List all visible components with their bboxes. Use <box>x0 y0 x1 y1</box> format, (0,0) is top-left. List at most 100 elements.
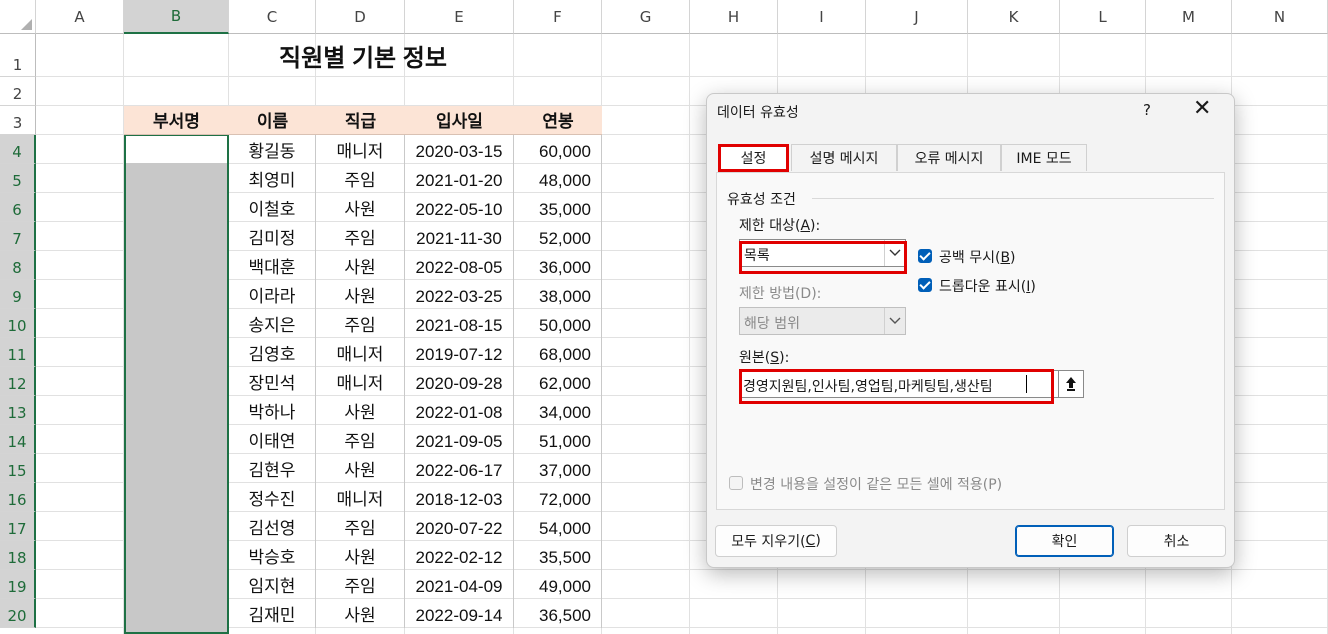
cell-name[interactable]: 이태연 <box>229 425 316 454</box>
cell-salary[interactable]: 68,000 <box>514 338 602 367</box>
cell-position[interactable]: 사원 <box>316 251 405 280</box>
header-salary[interactable]: 연봉 <box>514 106 602 135</box>
cell-salary[interactable]: 62,000 <box>514 367 602 396</box>
column-header-a[interactable]: A <box>36 0 124 34</box>
cell-position[interactable]: 매니저 <box>316 483 405 512</box>
cell-position[interactable]: 주임 <box>316 570 405 599</box>
cell-hire-date[interactable]: 2021-11-30 <box>405 222 514 251</box>
row-header-12[interactable]: 12 <box>0 367 36 396</box>
tab-settings[interactable]: 설정 <box>718 144 789 172</box>
cell-salary[interactable]: 49,000 <box>514 570 602 599</box>
cell-position[interactable]: 사원 <box>316 280 405 309</box>
row-header-16[interactable]: 16 <box>0 483 36 512</box>
cancel-button[interactable]: 취소 <box>1127 525 1226 557</box>
column-header-m[interactable]: M <box>1146 0 1232 34</box>
column-header-j[interactable]: J <box>866 0 968 34</box>
cell-hire-date[interactable]: 2021-09-05 <box>405 425 514 454</box>
cell-salary[interactable]: 37,000 <box>514 454 602 483</box>
active-cell-b4[interactable] <box>126 136 227 163</box>
cell-hire-date[interactable]: 2022-03-25 <box>405 280 514 309</box>
row-header-2[interactable]: 2 <box>0 77 36 106</box>
cell-position[interactable]: 사원 <box>316 541 405 570</box>
cell-position[interactable]: 사원 <box>316 599 405 628</box>
header-department[interactable]: 부서명 <box>124 106 229 135</box>
cell-name[interactable]: 정수진 <box>229 483 316 512</box>
cell-position[interactable]: 사원 <box>316 454 405 483</box>
row-header-3[interactable]: 3 <box>0 106 36 135</box>
cell-position[interactable]: 매니저 <box>316 338 405 367</box>
column-header-l[interactable]: L <box>1060 0 1146 34</box>
cell-salary[interactable]: 35,500 <box>514 541 602 570</box>
column-header-h[interactable]: H <box>690 0 778 34</box>
cell-name[interactable]: 황길동 <box>229 135 316 164</box>
column-header-f[interactable]: F <box>514 0 602 34</box>
row-header-13[interactable]: 13 <box>0 396 36 425</box>
cell-hire-date[interactable]: 2021-08-15 <box>405 309 514 338</box>
close-icon[interactable]: ✕ <box>1193 98 1211 120</box>
cell-salary[interactable]: 36,000 <box>514 251 602 280</box>
help-icon[interactable]: ? <box>1143 101 1151 119</box>
row-header-6[interactable]: 6 <box>0 193 36 222</box>
cell-name[interactable]: 김선영 <box>229 512 316 541</box>
cell-hire-date[interactable]: 2022-02-12 <box>405 541 514 570</box>
row-header-1[interactable]: 1 <box>0 34 36 77</box>
cell-name[interactable]: 김재민 <box>229 599 316 628</box>
cell-name[interactable]: 이철호 <box>229 193 316 222</box>
cell-name[interactable]: 이라라 <box>229 280 316 309</box>
column-header-b[interactable]: B <box>124 0 229 34</box>
column-header-d[interactable]: D <box>316 0 405 34</box>
column-header-n[interactable]: N <box>1232 0 1328 34</box>
ok-button[interactable]: 확인 <box>1015 525 1114 557</box>
tab-input-message[interactable]: 설명 메시지 <box>791 144 897 171</box>
clear-all-button[interactable]: 모두 지우기(C) <box>715 525 837 557</box>
row-header-10[interactable]: 10 <box>0 309 36 338</box>
cell-name[interactable]: 김현우 <box>229 454 316 483</box>
cell-hire-date[interactable]: 2022-05-10 <box>405 193 514 222</box>
selected-range-b4-b20[interactable] <box>124 134 229 634</box>
cell-hire-date[interactable]: 2020-09-28 <box>405 367 514 396</box>
cell-name[interactable]: 김미정 <box>229 222 316 251</box>
column-header-e[interactable]: E <box>405 0 514 34</box>
cell-name[interactable]: 임지현 <box>229 570 316 599</box>
ignore-blank-checkbox[interactable] <box>918 249 932 263</box>
cell-name[interactable]: 최영미 <box>229 164 316 193</box>
column-header-k[interactable]: K <box>968 0 1060 34</box>
row-header-15[interactable]: 15 <box>0 454 36 483</box>
cell-name[interactable]: 박하나 <box>229 396 316 425</box>
cell-position[interactable]: 주임 <box>316 512 405 541</box>
tab-error-alert[interactable]: 오류 메시지 <box>897 144 1001 171</box>
cell-position[interactable]: 주임 <box>316 164 405 193</box>
tab-ime-mode[interactable]: IME 모드 <box>1001 144 1087 171</box>
row-header-9[interactable]: 9 <box>0 280 36 309</box>
column-header-i[interactable]: I <box>778 0 866 34</box>
column-header-g[interactable]: G <box>602 0 690 34</box>
in-cell-dropdown-checkbox[interactable] <box>918 278 932 292</box>
cell-position[interactable]: 사원 <box>316 396 405 425</box>
column-header-c[interactable]: C <box>229 0 316 34</box>
header-position[interactable]: 직급 <box>316 106 405 135</box>
cell-hire-date[interactable]: 2021-01-20 <box>405 164 514 193</box>
cell-name[interactable]: 장민석 <box>229 367 316 396</box>
cell-salary[interactable]: 52,000 <box>514 222 602 251</box>
cell-salary[interactable]: 72,000 <box>514 483 602 512</box>
in-cell-dropdown-label[interactable]: 드롭다운 표시(I) <box>939 276 1036 296</box>
cell-salary[interactable]: 51,000 <box>514 425 602 454</box>
row-header-8[interactable]: 8 <box>0 251 36 280</box>
cell-salary[interactable]: 50,000 <box>514 309 602 338</box>
select-all-corner[interactable] <box>0 0 36 34</box>
cell-hire-date[interactable]: 2019-07-12 <box>405 338 514 367</box>
cell-name[interactable]: 백대훈 <box>229 251 316 280</box>
row-header-7[interactable]: 7 <box>0 222 36 251</box>
cell-position[interactable]: 주임 <box>316 222 405 251</box>
cell-hire-date[interactable]: 2022-09-14 <box>405 599 514 628</box>
row-header-17[interactable]: 17 <box>0 512 36 541</box>
header-hire-date[interactable]: 입사일 <box>405 106 514 135</box>
row-header-19[interactable]: 19 <box>0 570 36 599</box>
cell-position[interactable]: 매니저 <box>316 135 405 164</box>
cell-hire-date[interactable]: 2018-12-03 <box>405 483 514 512</box>
cell-salary[interactable]: 54,000 <box>514 512 602 541</box>
cell-salary[interactable]: 48,000 <box>514 164 602 193</box>
header-name[interactable]: 이름 <box>229 106 316 135</box>
cell-name[interactable]: 박승호 <box>229 541 316 570</box>
cell-salary[interactable]: 36,500 <box>514 599 602 628</box>
